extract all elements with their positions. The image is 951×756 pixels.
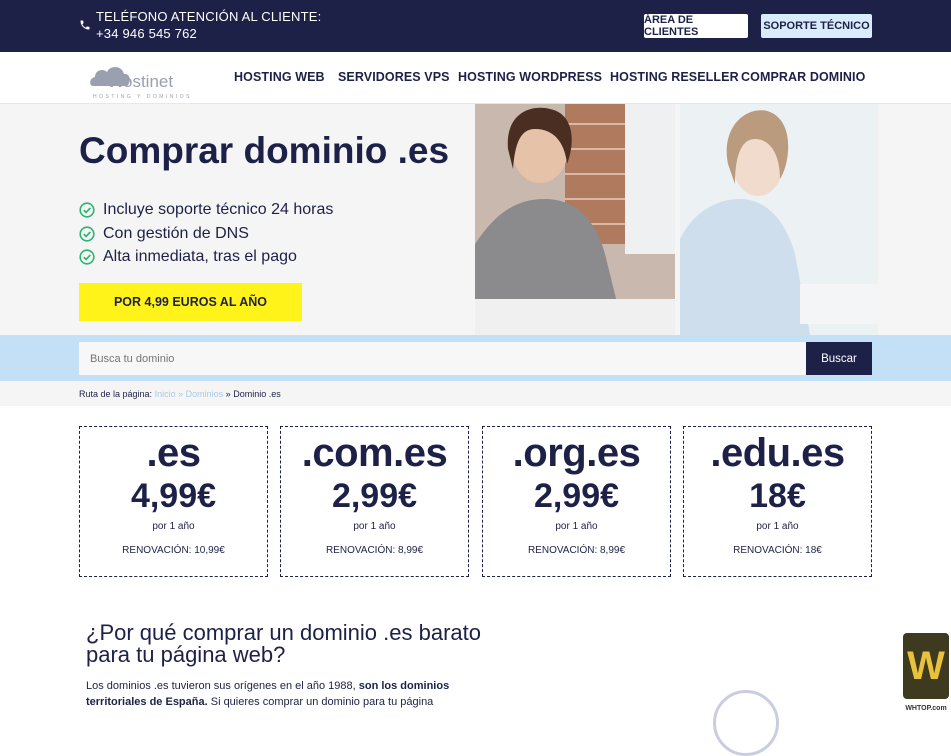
pricing-card-org-es[interactable]: .org.es 2,99€ por 1 año RENOVACIÓN: 8,99…: [482, 426, 671, 577]
whtop-label: WHTOP.com: [905, 705, 946, 712]
pricing-card-es[interactable]: .es 4,99€ por 1 año RENOVACIÓN: 10,99€: [79, 426, 268, 577]
hostinet-logo[interactable]: H ostinet HOSTING Y DOMINIOS: [89, 56, 204, 100]
svg-text:H: H: [109, 71, 123, 92]
feature-label: Con gestión de DNS: [103, 225, 249, 242]
breadcrumb-item-dominios[interactable]: Dominios: [186, 389, 224, 399]
feature-label: Alta inmediata, tras el pago: [103, 248, 297, 265]
breadcrumb-separator: »: [225, 389, 231, 399]
card-tld: .es: [146, 431, 201, 475]
area-clientes-button[interactable]: ÁREA DE CLIENTES: [644, 14, 748, 38]
phone-number[interactable]: +34 946 545 762: [96, 25, 321, 42]
breadcrumb-item-inicio[interactable]: Inicio: [155, 389, 176, 399]
price-cta-button[interactable]: POR 4,99 EUROS AL AÑO: [79, 283, 302, 321]
nav-hosting-web[interactable]: HOSTING WEB: [234, 70, 325, 84]
check-circle-icon: [79, 249, 95, 265]
card-price: 2,99€: [331, 477, 418, 515]
card-renewal: RENOVACIÓN: 8,99€: [325, 545, 424, 556]
card-renewal: RENOVACIÓN: 18€: [733, 545, 822, 556]
card-period: por 1 año: [152, 521, 195, 532]
soporte-tecnico-button[interactable]: SOPORTE TÉCNICO: [761, 14, 872, 38]
card-period: por 1 año: [756, 521, 799, 532]
feature-item: Con gestión de DNS: [79, 225, 249, 243]
card-period: por 1 año: [555, 521, 598, 532]
section-paragraph: Los dominios .es tuvieron sus orígenes e…: [86, 678, 466, 710]
pricing-card-com-es[interactable]: .com.es 2,99€ por 1 año RENOVACIÓN: 8,99…: [280, 426, 469, 577]
card-price: 2,99€: [533, 477, 620, 515]
card-price: 4,99€: [130, 477, 217, 515]
search-button[interactable]: Buscar: [806, 342, 872, 375]
pricing-card-edu-es[interactable]: .edu.es 18€ por 1 año RENOVACIÓN: 18€: [683, 426, 872, 577]
feature-item: Alta inmediata, tras el pago: [79, 248, 297, 266]
phone-contact[interactable]: TELÉFONO ATENCIÓN AL CLIENTE: +34 946 54…: [96, 8, 321, 42]
decorative-illustration: [713, 690, 779, 756]
domain-search-input[interactable]: [79, 342, 806, 375]
nav-hosting-wordpress[interactable]: HOSTING WORDPRESS: [458, 70, 602, 84]
card-renewal: RENOVACIÓN: 10,99€: [122, 545, 225, 556]
phone-label: TELÉFONO ATENCIÓN AL CLIENTE:: [96, 9, 322, 24]
check-circle-icon: [79, 202, 95, 218]
feature-item: Incluye soporte técnico 24 horas: [79, 201, 333, 219]
card-price: 18€: [749, 477, 806, 515]
phone-icon: [80, 20, 90, 30]
svg-text:ostinet: ostinet: [123, 72, 173, 91]
whtop-badge[interactable]: W WHTOP.com: [901, 631, 951, 713]
support-agent-photo-right: [680, 104, 878, 335]
svg-text:HOSTING Y DOMINIOS: HOSTING Y DOMINIOS: [93, 94, 192, 100]
svg-text:W: W: [907, 644, 945, 688]
nav-servidores-vps[interactable]: SERVIDORES VPS: [338, 70, 450, 84]
page-title: Comprar dominio .es: [79, 130, 450, 171]
card-tld: .edu.es: [710, 431, 845, 475]
section-heading: ¿Por qué comprar un dominio .es barato p…: [86, 620, 481, 667]
feature-label: Incluye soporte técnico 24 horas: [103, 201, 334, 218]
card-period: por 1 año: [353, 521, 396, 532]
support-agent-photo-left: [475, 104, 675, 335]
card-renewal: RENOVACIÓN: 8,99€: [527, 545, 626, 556]
card-tld: .org.es: [512, 431, 641, 475]
paragraph-text: Los dominios .es tuvieron sus orígenes e…: [86, 680, 359, 692]
nav-hosting-reseller[interactable]: HOSTING RESELLER: [610, 70, 739, 84]
breadcrumb-item-current: Dominio .es: [233, 389, 281, 399]
check-circle-icon: [79, 226, 95, 242]
nav-comprar-dominio[interactable]: COMPRAR DOMINIO: [741, 70, 865, 84]
card-tld: .com.es: [301, 431, 448, 475]
breadcrumb-prefix: Ruta de la página:: [79, 389, 153, 399]
breadcrumb-separator: »: [178, 389, 184, 399]
paragraph-text: Si quieres comprar un dominio para tu pá…: [207, 696, 434, 708]
breadcrumb: Ruta de la página: Inicio » Dominios » D…: [0, 381, 951, 406]
